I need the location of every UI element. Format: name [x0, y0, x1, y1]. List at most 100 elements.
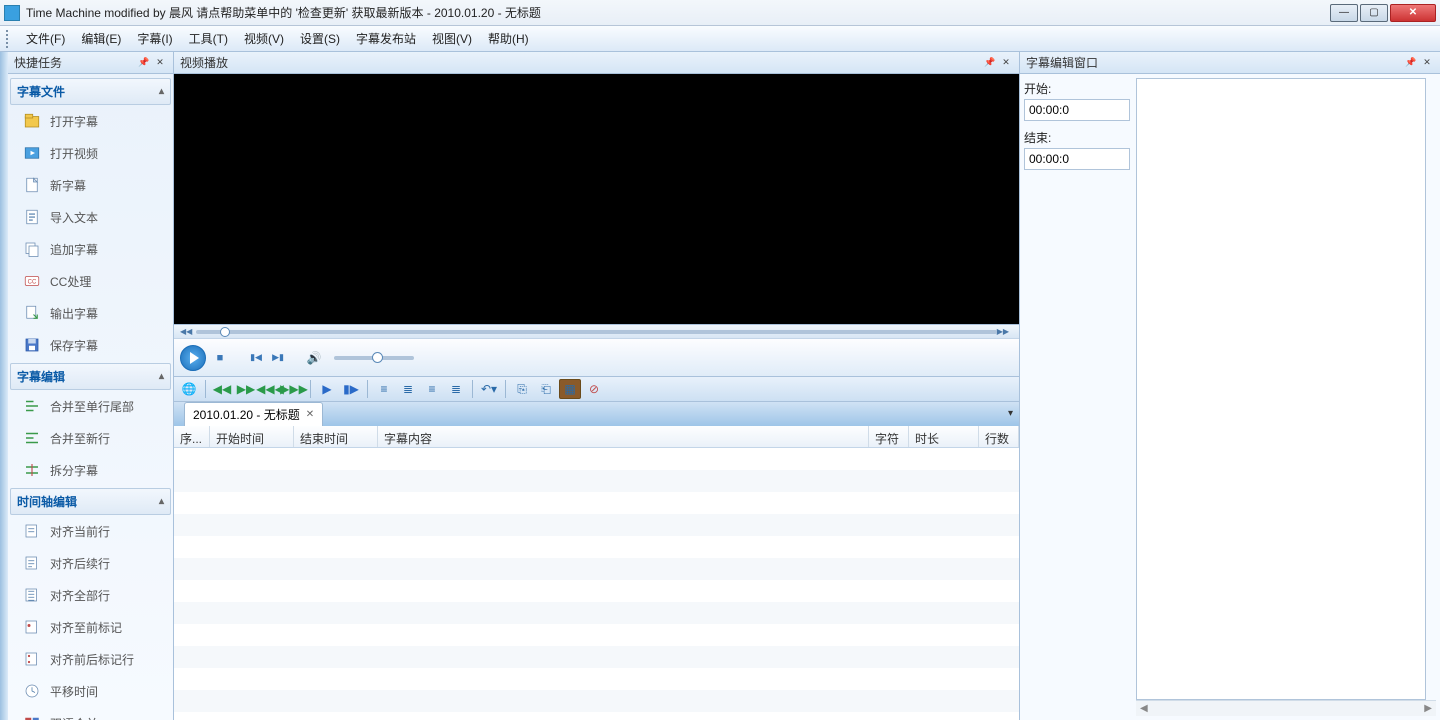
editor-hscroll[interactable]: ◀ ▶	[1136, 700, 1436, 716]
subtitle-grid-body[interactable]	[174, 448, 1019, 720]
task-label: 拆分字幕	[50, 462, 98, 479]
task-merge-tail[interactable]: 合并至单行尾部	[10, 390, 171, 422]
task-align-following[interactable]: 对齐后续行	[10, 547, 171, 579]
menu-tools[interactable]: 工具(T)	[181, 26, 236, 51]
volume-button[interactable]	[306, 350, 322, 366]
open-subtitle-icon	[22, 111, 42, 131]
delete-row-button[interactable]: ⎗	[535, 379, 557, 399]
subtitle-text-area[interactable]	[1136, 78, 1426, 700]
quick-tasks-title: 快捷任务	[14, 54, 62, 71]
menu-help[interactable]: 帮助(H)	[480, 26, 537, 51]
col-lines[interactable]: 行数	[979, 426, 1019, 447]
step-pause-button[interactable]: ▮▶	[340, 379, 362, 399]
maximize-button[interactable]	[1360, 4, 1388, 22]
task-bilingual-merge[interactable]: 双语合并	[10, 707, 171, 720]
video-panel-close[interactable]	[999, 56, 1013, 70]
rewind-2-button[interactable]: ◀◀◀	[259, 379, 281, 399]
scroll-left-icon[interactable]: ◀	[1140, 703, 1148, 714]
quick-tasks-pin[interactable]	[137, 56, 151, 70]
quick-tasks-close[interactable]	[153, 56, 167, 70]
task-merge-newline[interactable]: 合并至新行	[10, 422, 171, 454]
merge-newline-icon	[22, 428, 42, 448]
step-play-button[interactable]: ▶	[316, 379, 338, 399]
start-time-input[interactable]	[1024, 99, 1130, 121]
forward-2-button[interactable]: ▶▶▶	[283, 379, 305, 399]
task-align-all[interactable]: 对齐全部行	[10, 579, 171, 611]
align-center-button[interactable]: ≣	[397, 379, 419, 399]
task-cc-process[interactable]: CCCC处理	[10, 265, 171, 297]
volume-slider[interactable]	[334, 356, 414, 360]
col-dur[interactable]: 时长	[909, 426, 979, 447]
task-export-subtitle[interactable]: 输出字幕	[10, 297, 171, 329]
task-import-text[interactable]: 导入文本	[10, 201, 171, 233]
globe-button[interactable]: 🌐	[178, 379, 200, 399]
rewind-1-button[interactable]: ◀◀	[211, 379, 233, 399]
col-end[interactable]: 结束时间	[294, 426, 378, 447]
volume-thumb[interactable]	[372, 352, 383, 363]
video-panel-pin[interactable]	[983, 56, 997, 70]
no-sync-button[interactable]: ⊘	[583, 379, 605, 399]
editor-panel-pin[interactable]	[1404, 56, 1418, 70]
play-button[interactable]	[180, 345, 206, 371]
menu-video[interactable]: 视频(V)	[236, 26, 292, 51]
group-subtitle-edit[interactable]: 字幕编辑▴	[10, 363, 171, 390]
align-right-button[interactable]: ≡	[421, 379, 443, 399]
stop-button[interactable]	[212, 350, 228, 366]
seek-bar[interactable]: ◀◀ ▶▶	[174, 324, 1019, 338]
menu-view[interactable]: 视图(V)	[424, 26, 480, 51]
undo-button[interactable]: ↶▾	[478, 379, 500, 399]
seek-track[interactable]	[196, 330, 996, 334]
col-start[interactable]: 开始时间	[210, 426, 294, 447]
subtitle-toolbar: 🌐 ◀◀ ▶▶ ◀◀◀ ▶▶▶ ▶ ▮▶ ≡ ≣ ≡ ≣ ↶▾ ⎘ ⎗ ▦ ⊘	[174, 376, 1019, 402]
align-justify-button[interactable]: ≣	[445, 379, 467, 399]
end-time-input[interactable]	[1024, 148, 1130, 170]
task-align-current[interactable]: 对齐当前行	[10, 515, 171, 547]
group-subtitle-file[interactable]: 字幕文件▴	[10, 78, 171, 105]
menu-settings[interactable]: 设置(S)	[292, 26, 348, 51]
seek-back-icon[interactable]: ◀◀	[180, 327, 192, 336]
task-new-subtitle[interactable]: 新字幕	[10, 169, 171, 201]
editor-panel-close[interactable]	[1420, 56, 1434, 70]
task-open-subtitle[interactable]: 打开字幕	[10, 105, 171, 137]
col-chars[interactable]: 字符	[869, 426, 909, 447]
seek-fwd-icon[interactable]: ▶▶	[997, 327, 1009, 336]
tabstrip-dropdown[interactable]: ▾	[1008, 408, 1013, 419]
task-open-video[interactable]: 打开视频	[10, 137, 171, 169]
seek-thumb[interactable]	[220, 327, 230, 337]
task-label: 平移时间	[50, 683, 98, 700]
align-icon	[22, 521, 42, 541]
scroll-right-icon[interactable]: ▶	[1424, 703, 1432, 714]
menu-file[interactable]: 文件(F)	[18, 26, 73, 51]
col-content[interactable]: 字幕内容	[378, 426, 869, 447]
subtitle-grid-header: 序... 开始时间 结束时间 字幕内容 字符 时长 行数	[174, 426, 1019, 448]
task-save-subtitle[interactable]: 保存字幕	[10, 329, 171, 361]
task-shift-time[interactable]: 平移时间	[10, 675, 171, 707]
forward-1-button[interactable]: ▶▶	[235, 379, 257, 399]
document-tab[interactable]: 2010.01.20 - 无标题 ✕	[184, 402, 323, 426]
document-tab-close[interactable]: ✕	[306, 409, 314, 420]
save-icon	[22, 335, 42, 355]
task-align-to-prev-mark[interactable]: 对齐至前标记	[10, 611, 171, 643]
next-frame-button[interactable]	[270, 350, 286, 366]
task-append-subtitle[interactable]: 追加字幕	[10, 233, 171, 265]
menu-publish[interactable]: 字幕发布站	[348, 26, 424, 51]
group-subtitle-file-label: 字幕文件	[17, 83, 65, 100]
title-bar: Time Machine modified by 晨风 请点帮助菜单中的 '检查…	[0, 0, 1440, 26]
preview-box-button[interactable]: ▦	[559, 379, 581, 399]
col-seq[interactable]: 序...	[174, 426, 210, 447]
task-split-subtitle[interactable]: 拆分字幕	[10, 454, 171, 486]
close-button[interactable]	[1390, 4, 1436, 22]
playback-toolbar	[174, 338, 1019, 376]
svg-text:CC: CC	[28, 279, 37, 285]
group-timeline-edit[interactable]: 时间轴编辑▴	[10, 488, 171, 515]
insert-row-button[interactable]: ⎘	[511, 379, 533, 399]
menu-subtitle[interactable]: 字幕(I)	[129, 26, 180, 51]
app-icon	[4, 5, 20, 21]
task-align-marks-rows[interactable]: 对齐前后标记行	[10, 643, 171, 675]
prev-frame-button[interactable]	[248, 350, 264, 366]
video-viewport[interactable]	[174, 74, 1019, 324]
split-icon	[22, 460, 42, 480]
align-left-button[interactable]: ≡	[373, 379, 395, 399]
menu-edit[interactable]: 编辑(E)	[73, 26, 129, 51]
minimize-button[interactable]	[1330, 4, 1358, 22]
